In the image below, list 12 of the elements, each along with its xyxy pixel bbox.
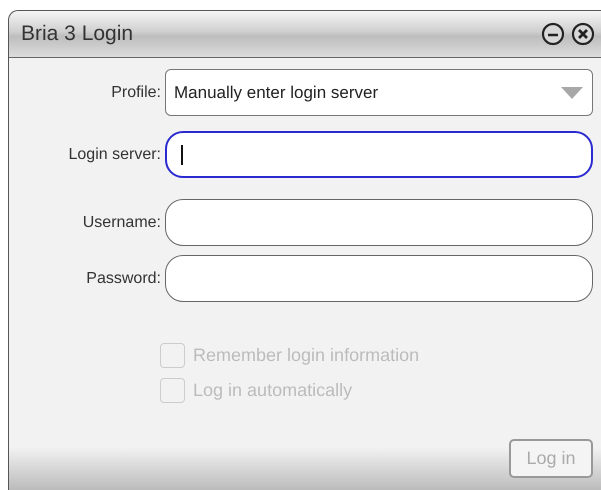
field-label: Password: [85, 270, 161, 288]
close-icon[interactable] [571, 22, 595, 46]
profile-dropdown[interactable]: Manually enter login server [165, 69, 593, 116]
input-field[interactable] [165, 255, 593, 302]
field-label: Login server: [68, 146, 161, 164]
minimize-icon[interactable] [541, 22, 565, 46]
window-title: Bria 3 Login [21, 22, 134, 46]
field-label: Username: [82, 214, 161, 232]
caret-icon [560, 86, 584, 100]
input-field[interactable] [165, 131, 593, 178]
input-field[interactable] [165, 199, 593, 246]
field-label: Profile: [110, 84, 161, 102]
